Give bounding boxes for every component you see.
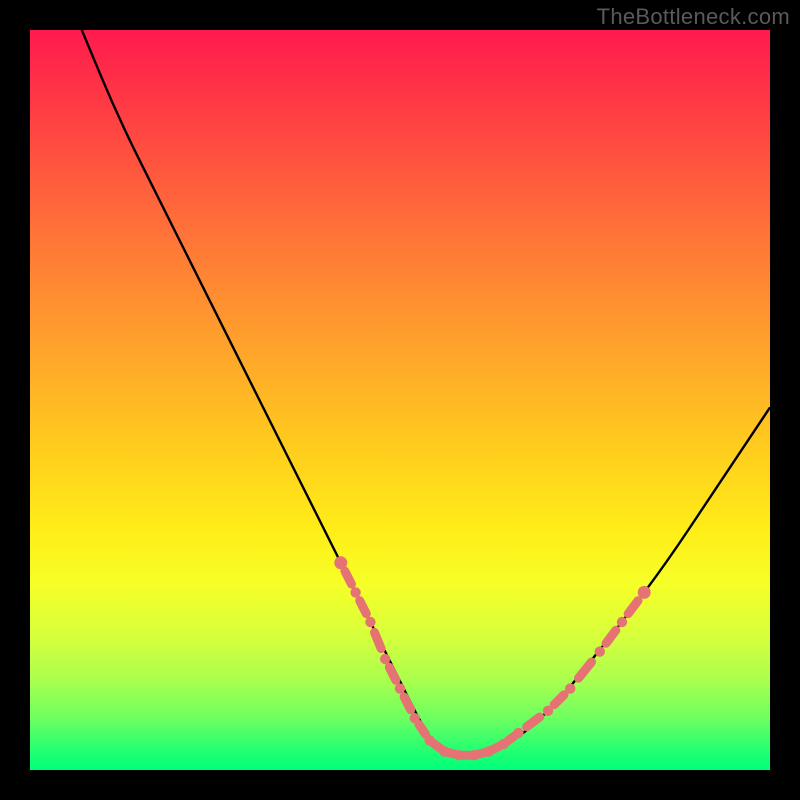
marker-dash	[375, 632, 382, 648]
marker-dash	[449, 753, 456, 755]
marker-dash	[606, 630, 616, 643]
marker-dot	[513, 728, 523, 738]
marker-dot	[498, 739, 508, 749]
watermark-text: TheBottleneck.com	[597, 4, 790, 30]
curve-svg	[30, 30, 770, 770]
bottleneck-curve	[82, 30, 770, 755]
marker-dash	[389, 667, 396, 680]
marker-dot	[350, 587, 360, 597]
marker-dot	[365, 617, 375, 627]
marker-dot	[454, 750, 464, 760]
marker-dash	[493, 746, 500, 749]
marker-dot	[395, 683, 405, 693]
marker-group	[334, 556, 650, 760]
marker-dot	[543, 706, 553, 716]
marker-dash	[419, 724, 426, 734]
marker-dash	[527, 717, 540, 727]
marker-dot	[410, 713, 420, 723]
marker-dot	[424, 735, 434, 745]
marker-dot	[617, 617, 627, 627]
chart-container: TheBottleneck.com	[0, 0, 800, 800]
marker-dot	[439, 746, 449, 756]
marker-dash	[579, 662, 592, 678]
marker-dot	[484, 746, 494, 756]
marker-dash	[628, 601, 638, 614]
marker-dash	[554, 695, 564, 705]
marker-dash	[404, 697, 411, 710]
marker-dash	[345, 571, 352, 584]
marker-dash	[434, 744, 441, 749]
marker-dot	[469, 750, 479, 760]
marker-dash	[360, 601, 367, 614]
marker-dot	[565, 683, 575, 693]
marker-dot	[638, 586, 651, 599]
marker-dot	[334, 556, 347, 569]
marker-dash	[478, 753, 485, 755]
marker-dash	[508, 736, 515, 741]
marker-dot	[595, 646, 605, 656]
plot-area	[30, 30, 770, 770]
marker-dot	[380, 654, 390, 664]
